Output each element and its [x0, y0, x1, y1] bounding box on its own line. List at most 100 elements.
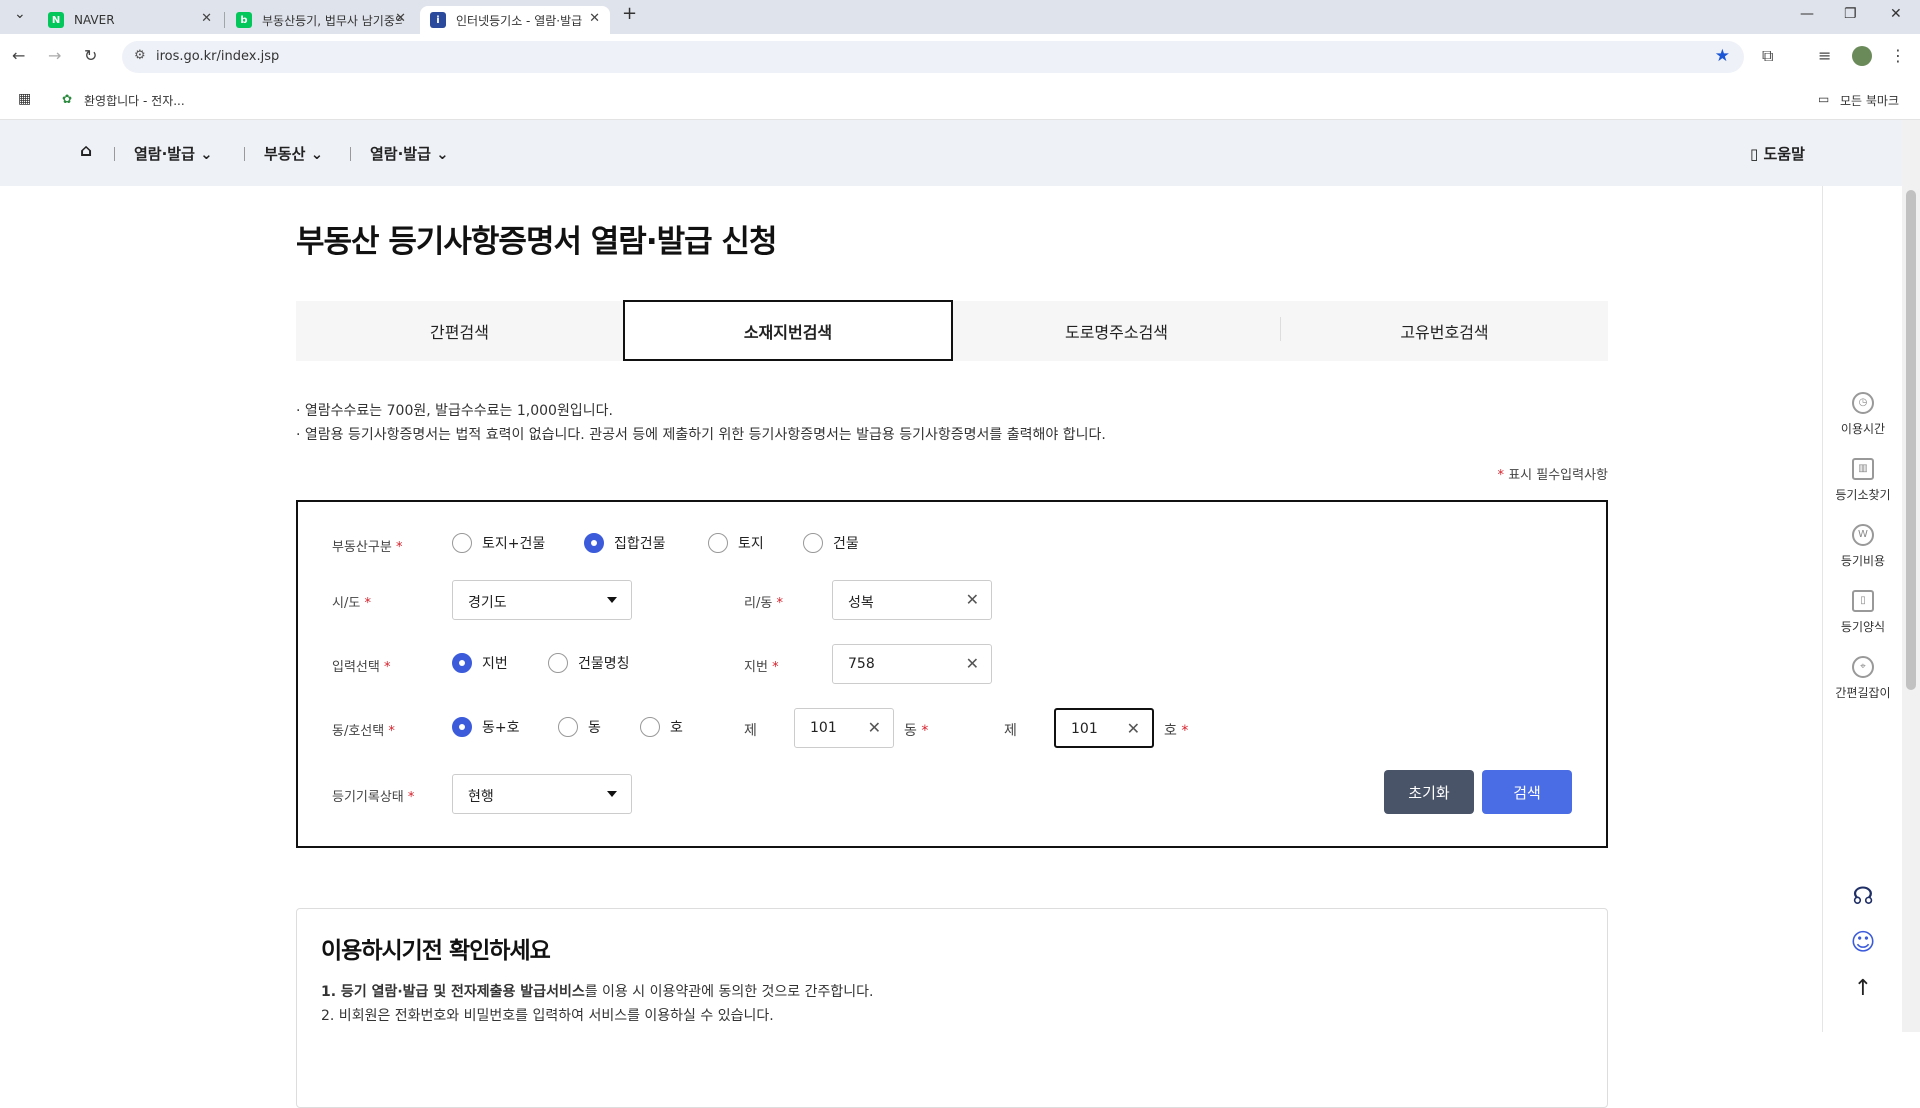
- radio-jibun[interactable]: 지번: [452, 653, 508, 673]
- extensions-icon[interactable]: ⧉: [1762, 46, 1773, 66]
- guide-item-2: 2. 비회원은 전화번호와 비밀번호를 입력하여 서비스를 이용하실 수 있습니…: [321, 1008, 774, 1024]
- dong-suffix: 동 *: [904, 723, 929, 739]
- caret-down-icon: [607, 597, 617, 603]
- radio-label: 집합건물: [614, 536, 666, 552]
- reading-list-icon[interactable]: ≡: [1818, 46, 1831, 65]
- caret-down-icon: [607, 791, 617, 797]
- close-icon[interactable]: ✕: [201, 11, 212, 26]
- bookmark-item[interactable]: 환영합니다 - 전자...: [84, 92, 185, 109]
- quick-item-cost[interactable]: W 등기비용: [1823, 524, 1903, 569]
- headset-icon[interactable]: ☊: [1823, 882, 1903, 910]
- scrollbar-thumb[interactable]: [1906, 190, 1916, 690]
- required-note-text: 표시 필수입력사항: [1508, 468, 1608, 483]
- jibun-input[interactable]: 758 ✕: [832, 644, 992, 684]
- site-info-icon[interactable]: ⚙: [134, 48, 146, 63]
- clear-icon[interactable]: ✕: [868, 718, 881, 737]
- dong-prefix: 제: [744, 723, 757, 739]
- required-note: * 표시 필수입력사항: [1498, 464, 1608, 483]
- radio-building[interactable]: 건물: [803, 533, 859, 553]
- bookmark-favicon-icon: ✿: [62, 92, 73, 106]
- quick-item-find-office[interactable]: ▥ 등기소찾기: [1823, 458, 1903, 503]
- close-icon[interactable]: ✕: [395, 11, 406, 26]
- search-button[interactable]: 검색: [1482, 770, 1572, 814]
- menu-icon[interactable]: ⋮: [1890, 46, 1906, 65]
- all-bookmarks[interactable]: 모든 북마크: [1840, 92, 1899, 109]
- nav-item-view-issue-2[interactable]: 열람·발급 ⌄: [370, 143, 449, 164]
- browser-tab-iros[interactable]: i 인터넷등기소 - 열람·발급 ✕: [420, 6, 610, 34]
- ridong-input[interactable]: 성복 ✕: [832, 580, 992, 620]
- radio-dong[interactable]: 동: [558, 717, 601, 737]
- radio-building-name[interactable]: 건물명칭: [548, 653, 630, 673]
- url-text[interactable]: iros.go.kr/index.jsp: [156, 49, 279, 64]
- close-window-icon[interactable]: ✕: [1890, 6, 1902, 22]
- tab-unique-number-search[interactable]: 고유번호검색: [1281, 301, 1608, 361]
- home-icon[interactable]: ⌂: [80, 141, 92, 161]
- clear-icon[interactable]: ✕: [1127, 719, 1140, 738]
- forward-icon[interactable]: →: [48, 46, 61, 65]
- reset-button[interactable]: 초기화: [1384, 770, 1474, 814]
- won-icon: W: [1852, 524, 1874, 546]
- guide-item-1: 1. 등기 열람·발급 및 전자제출용 발급서비스를 이용 시 이용약관에 동의…: [321, 981, 873, 1001]
- ho-input[interactable]: 101 ✕: [1054, 708, 1154, 748]
- close-icon[interactable]: ✕: [589, 11, 600, 26]
- restore-icon[interactable]: ❐: [1844, 6, 1857, 22]
- ho-suffix: 호 *: [1164, 723, 1189, 739]
- scrollbar[interactable]: [1902, 120, 1920, 1032]
- new-tab-button[interactable]: +: [622, 3, 637, 24]
- help-icon: ▯: [1750, 145, 1759, 163]
- bookmark-star-icon[interactable]: ★: [1715, 46, 1730, 66]
- browser-tab-blog[interactable]: b 부동산등기, 법무사 남기중의 ✕: [226, 6, 416, 34]
- chevron-down-icon: ⌄: [436, 145, 449, 163]
- radio-ho[interactable]: 호: [640, 717, 683, 737]
- ho-prefix: 제: [1004, 723, 1017, 739]
- clear-icon[interactable]: ✕: [966, 590, 979, 609]
- quick-item-forms[interactable]: ▯ 등기양식: [1823, 590, 1903, 635]
- chevron-down-icon: ⌄: [310, 145, 324, 163]
- property-type-label: 부동산구분 *: [332, 540, 403, 555]
- tab-road-address-search[interactable]: 도로명주소검색: [953, 301, 1280, 361]
- radio-land[interactable]: 토지: [708, 533, 764, 553]
- radio-land-building[interactable]: 토지+건물: [452, 533, 545, 553]
- chatbot-icon[interactable]: ☺: [1823, 928, 1903, 956]
- input-value: 성복: [848, 595, 874, 611]
- nav-label: 열람·발급: [370, 145, 431, 163]
- nav-item-realestate[interactable]: 부동산 ⌄: [264, 143, 323, 164]
- radio-collective-building[interactable]: 집합건물: [584, 533, 666, 553]
- select-value: 현행: [468, 789, 494, 805]
- tab-simple-search[interactable]: 간편검색: [296, 301, 623, 361]
- search-form: 부동산구분 * 토지+건물 집합건물 토지 건물 시/도 * 경기도 리/동 *…: [296, 500, 1608, 848]
- sido-select[interactable]: 경기도: [452, 580, 632, 620]
- input-value: 101: [810, 720, 837, 736]
- record-status-select[interactable]: 현행: [452, 774, 632, 814]
- clear-icon[interactable]: ✕: [966, 654, 979, 673]
- dong-input[interactable]: 101 ✕: [794, 708, 894, 748]
- nav-item-view-issue[interactable]: 열람·발급 ⌄: [134, 143, 213, 164]
- radio-dong-ho[interactable]: 동+호: [452, 717, 520, 737]
- site-navigation: ⌂ 열람·발급 ⌄ 부동산 ⌄ 열람·발급 ⌄ ▯ 도움말: [0, 120, 1920, 186]
- nav-divider: [244, 147, 245, 161]
- select-value: 경기도: [468, 595, 507, 611]
- quick-label: 등기비용: [1840, 554, 1886, 568]
- clock-icon: ◷: [1852, 392, 1874, 414]
- blog-favicon-icon: b: [236, 12, 252, 28]
- guide-item-bold: 1. 등기 열람·발급 및 전자제출용 발급서비스: [321, 984, 585, 1000]
- address-bar[interactable]: ⚙ iros.go.kr/index.jsp ★: [122, 41, 1744, 73]
- tab-jibun-search[interactable]: 소재지번검색: [623, 300, 953, 361]
- tab-search-icon[interactable]: ⌄: [14, 6, 26, 22]
- jibun-label: 지번 *: [744, 660, 779, 675]
- help-link[interactable]: ▯ 도움말: [1750, 143, 1805, 164]
- quick-item-hours[interactable]: ◷ 이용시간: [1823, 392, 1903, 437]
- fee-notice: · 열람수수료는 700원, 발급수수료는 1,000원입니다.: [296, 403, 613, 419]
- minimize-icon[interactable]: —: [1800, 6, 1814, 22]
- radio-label: 동: [588, 720, 601, 736]
- quick-label: 등기소찾기: [1835, 488, 1891, 502]
- quick-menu: ◷ 이용시간 ▥ 등기소찾기 W 등기비용 ▯ 등기양식 ⌖ 간편길잡이 ☊ ☺ ↑: [1822, 186, 1902, 1032]
- profile-avatar[interactable]: [1852, 46, 1872, 66]
- radio-circle: [803, 533, 823, 553]
- quick-item-guide[interactable]: ⌖ 간편길잡이: [1823, 656, 1903, 701]
- scroll-top-icon[interactable]: ↑: [1823, 976, 1903, 1001]
- back-icon[interactable]: ←: [12, 46, 25, 65]
- apps-grid-icon[interactable]: ▦: [18, 91, 31, 107]
- browser-tab-naver[interactable]: N NAVER ✕: [38, 6, 222, 34]
- reload-icon[interactable]: ↻: [84, 46, 97, 65]
